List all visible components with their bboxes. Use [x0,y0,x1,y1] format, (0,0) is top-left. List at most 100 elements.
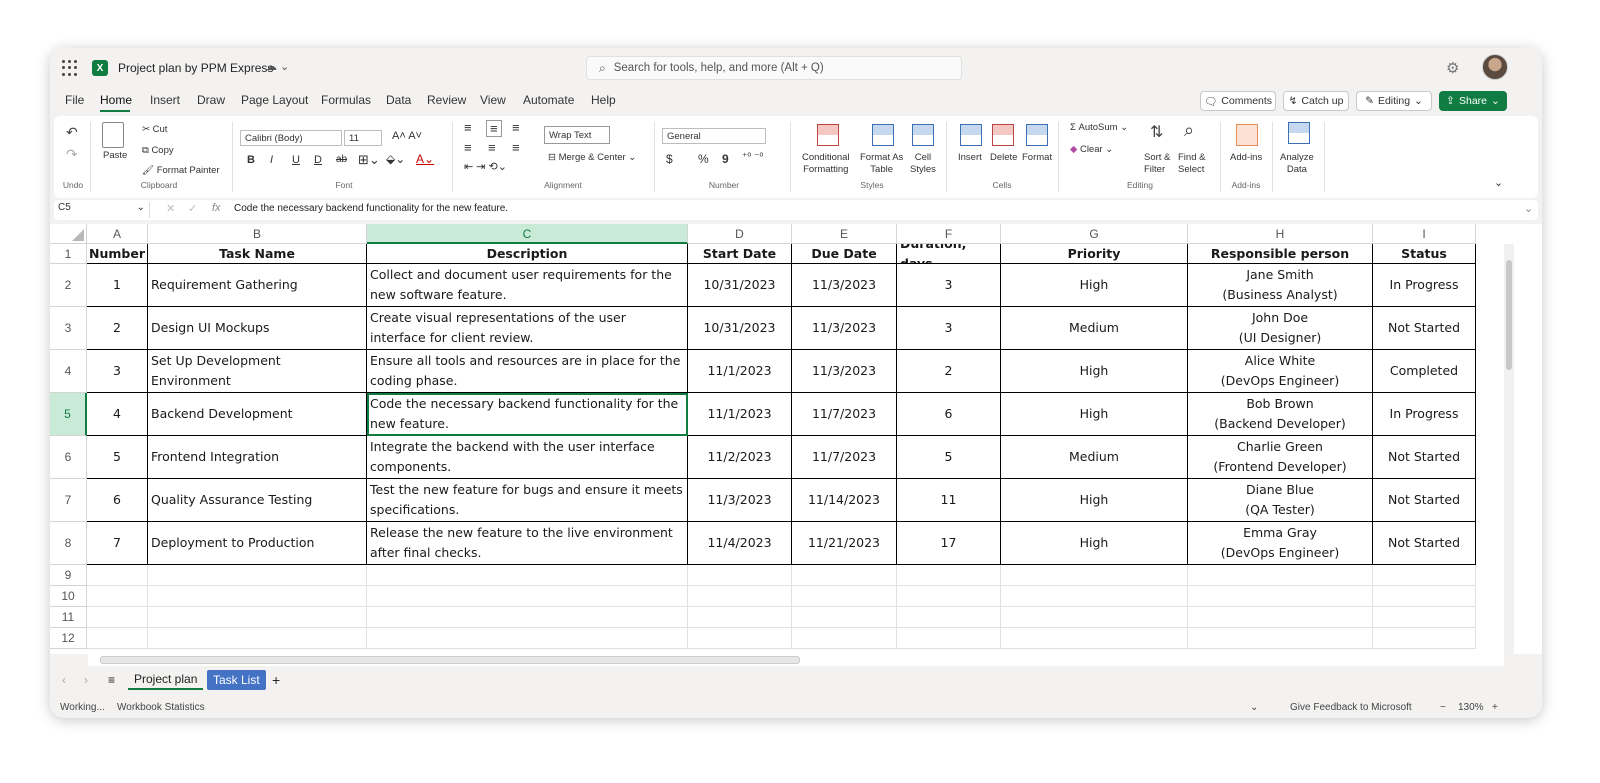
cell-e10[interactable] [792,586,897,607]
cell-c8[interactable]: Release the new feature to the live envi… [367,522,688,565]
cell-f12[interactable] [897,628,1001,649]
row-header-12[interactable]: 12 [50,628,87,649]
zoom-in-button[interactable]: + [1492,702,1498,713]
cell-b11[interactable] [148,607,367,628]
cell-f1[interactable]: Duration, days [897,244,1001,264]
cell-b4[interactable]: Set Up Development Environment [148,350,367,393]
expand-formula-chevron-icon[interactable]: ⌄ [1524,202,1533,215]
cell-c4[interactable]: Ensure all tools and resources are in pl… [367,350,688,393]
borders-icon[interactable]: ⊞⌄ [358,152,380,168]
sheet-tab-project-plan[interactable]: Project plan [128,670,204,690]
bottom-align-icon[interactable]: ≡ [512,120,520,135]
confirm-icon[interactable]: ✓ [188,202,197,215]
cell-b5[interactable]: Backend Development [148,393,367,436]
currency-button[interactable]: $ [666,152,673,166]
cell-a4[interactable]: 3 [87,350,148,393]
column-header-c[interactable]: C [367,224,688,244]
fill-color-icon[interactable]: ⬙⌄ [386,152,405,166]
align-right-icon[interactable]: ≡ [512,140,520,155]
cell-h8[interactable]: Emma Gray (DevOps Engineer) [1188,522,1373,565]
cell-h4[interactable]: Alice White (DevOps Engineer) [1188,350,1373,393]
cell-g11[interactable] [1001,607,1188,628]
column-header-b[interactable]: B [148,224,367,244]
cell-a6[interactable]: 5 [87,436,148,479]
cut-button[interactable]: ✂ Cut [142,124,167,135]
insert-cells-icon[interactable] [960,124,982,146]
row-header-6[interactable]: 6 [50,436,87,479]
cell-e12[interactable] [792,628,897,649]
status-chevron-icon[interactable]: ⌄ [1250,702,1258,713]
cell-i4[interactable]: Completed [1373,350,1476,393]
cell-i1[interactable]: Status [1373,244,1476,264]
cell-h11[interactable] [1188,607,1373,628]
format-as-table-icon[interactable] [872,124,894,146]
tab-home[interactable]: Home [100,93,132,107]
cell-e9[interactable] [792,565,897,586]
paste-icon[interactable] [102,122,124,148]
cell-c11[interactable] [367,607,688,628]
cell-g6[interactable]: Medium [1001,436,1188,479]
row-header-7[interactable]: 7 [50,479,87,522]
row-header-10[interactable]: 10 [50,586,87,607]
cell-d3[interactable]: 10/31/2023 [688,307,792,350]
analyze-data-icon[interactable] [1288,122,1310,144]
autosum-button[interactable]: Σ AutoSum ⌄ [1070,122,1128,133]
wrap-text-button[interactable]: Wrap Text [544,126,610,144]
tab-automate[interactable]: Automate [523,93,574,107]
column-header-d[interactable]: D [688,224,792,244]
underline-button[interactable]: U [292,154,300,166]
paste-button[interactable]: Paste [103,150,127,161]
clear-button[interactable]: ◆ Clear ⌄ [1070,144,1113,155]
cell-f7[interactable]: 11 [897,479,1001,522]
cell-g7[interactable]: High [1001,479,1188,522]
column-header-h[interactable]: H [1188,224,1373,244]
cell-d8[interactable]: 11/4/2023 [688,522,792,565]
cell-b12[interactable] [148,628,367,649]
cell-h10[interactable] [1188,586,1373,607]
format-cells-icon[interactable] [1026,124,1048,146]
top-align-icon[interactable]: ≡ [464,120,472,135]
bold-button[interactable]: B [247,154,255,166]
font-color-icon[interactable]: A⌄ [416,152,434,166]
tab-data[interactable]: Data [386,93,411,107]
strikethrough-button[interactable]: ab [336,154,347,165]
cell-e1[interactable]: Due Date [792,244,897,264]
tab-view[interactable]: View [480,93,506,107]
zoom-out-button[interactable]: − [1440,702,1446,713]
cell-i3[interactable]: Not Started [1373,307,1476,350]
addins-button[interactable]: Add-ins [1230,152,1262,163]
cell-a1[interactable]: Number [87,244,148,264]
cell-c7[interactable]: Test the new feature for bugs and ensure… [367,479,688,522]
cell-c10[interactable] [367,586,688,607]
vertical-scroll-thumb[interactable] [1506,260,1512,370]
cell-h6[interactable]: Charlie Green (Frontend Developer) [1188,436,1373,479]
tab-page-layout[interactable]: Page Layout [241,93,308,107]
conditional-formatting-icon[interactable] [817,124,839,146]
find-select-icon[interactable]: ⌕ [1184,120,1194,141]
format-as-table-button[interactable]: Format As Table [860,152,903,176]
function-icon[interactable]: fx [212,202,221,214]
cell-a5[interactable]: 4 [87,393,148,436]
font-size-select[interactable]: 11 [344,130,382,146]
select-all-corner[interactable] [50,224,87,244]
undo-icon[interactable]: ↶ [66,124,78,141]
italic-button[interactable]: I [270,154,273,166]
tab-file[interactable]: File [65,93,84,107]
workbook-statistics-button[interactable]: Workbook Statistics [117,702,205,713]
cell-g1[interactable]: Priority [1001,244,1188,264]
cell-g12[interactable] [1001,628,1188,649]
column-header-a[interactable]: A [87,224,148,244]
cell-d11[interactable] [688,607,792,628]
analyze-data-button[interactable]: Analyze Data [1280,152,1314,176]
cell-e8[interactable]: 11/21/2023 [792,522,897,565]
number-format-select[interactable]: General [662,128,766,144]
middle-align-icon[interactable]: ≡ [486,120,502,137]
cell-c6[interactable]: Integrate the backend with the user inte… [367,436,688,479]
comma-style-button[interactable]: 9 [722,152,729,166]
cell-c3[interactable]: Create visual representations of the use… [367,307,688,350]
cell-a3[interactable]: 2 [87,307,148,350]
cell-f2[interactable]: 3 [897,264,1001,307]
horizontal-scroll-thumb[interactable] [100,656,800,664]
settings-gear-icon[interactable]: ⚙ [1446,59,1459,77]
cell-i2[interactable]: In Progress [1373,264,1476,307]
